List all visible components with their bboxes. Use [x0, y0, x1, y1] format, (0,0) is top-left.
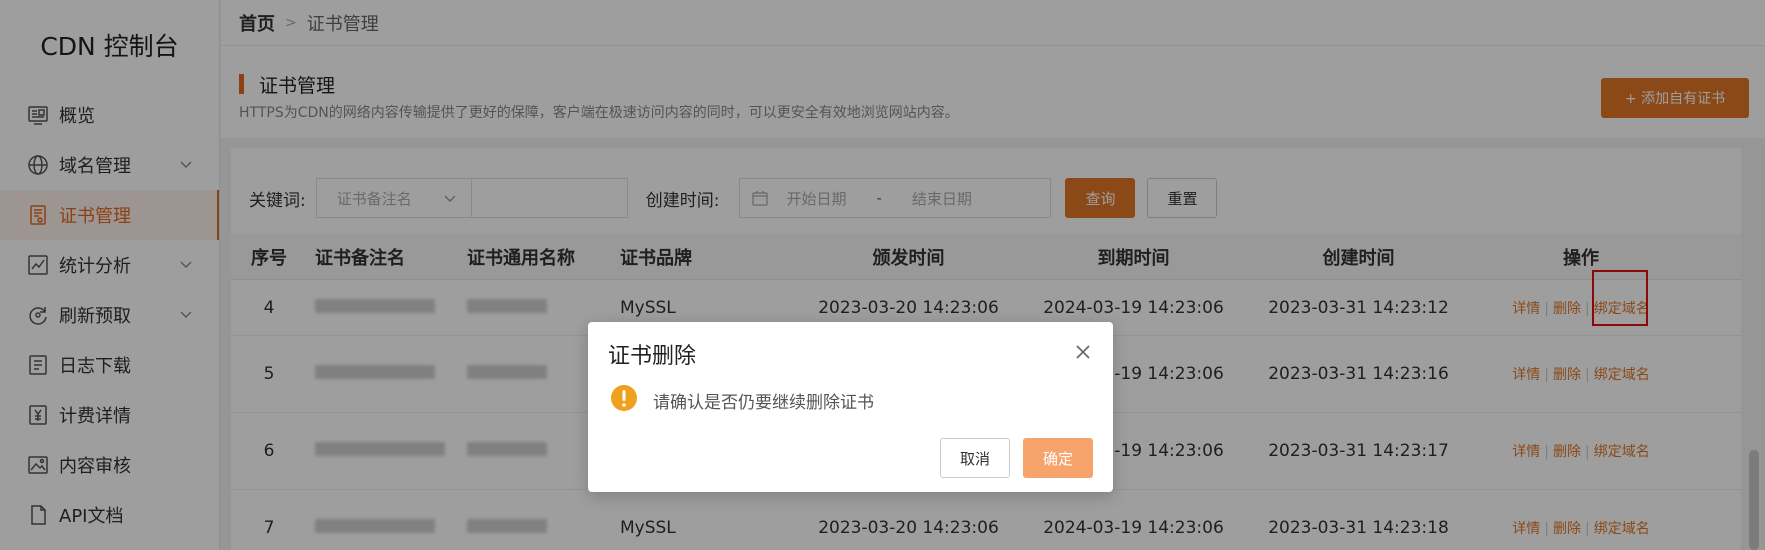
- warning-icon: [611, 385, 637, 411]
- dialog-title: 证书删除: [608, 344, 697, 369]
- delete-confirm-dialog: 证书删除 请确认是否仍要继续删除证书 取消 确定: [588, 322, 1113, 492]
- confirm-button[interactable]: 确定: [1023, 438, 1093, 478]
- close-icon[interactable]: [1075, 344, 1091, 360]
- cancel-button[interactable]: 取消: [940, 438, 1010, 478]
- dialog-message: 请确认是否仍要继续删除证书: [653, 393, 874, 413]
